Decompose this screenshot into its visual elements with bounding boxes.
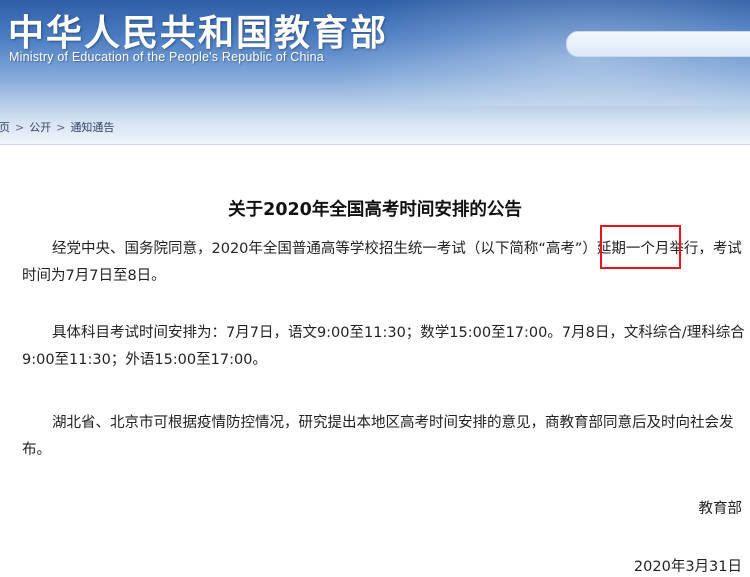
article-signer: 教育部 [698,501,743,517]
article-paragraph-3: 湖北省、北京市可根据疫情防控情况，研究提出本地区高考时间安排的意见，商教育部同意… [22,410,750,464]
article-paragraph-2: 具体科目考试时间安排为：7月7日，语文9:00至11:30；数学15:00至17… [22,320,750,374]
breadcrumb-public[interactable]: 公开 [29,121,51,134]
site-title[interactable]: 中华人民共和国教育部 [8,4,388,56]
article-date: 2020年3月31日 [633,559,742,575]
breadcrumb-bar: 首页 > 公开 > 通知通告 [0,106,750,145]
breadcrumb-separator: > [56,121,66,134]
article-title: 关于2020年全国高考时间安排的公告 [228,200,522,220]
breadcrumb-notices[interactable]: 通知通告 [70,121,114,134]
paragraph-text: 具体科目考试时间安排为：7月7日，语文9:00至11:30；数学15:00至17… [22,325,745,368]
paragraph-text: 湖北省、北京市可根据疫情防控情况，研究提出本地区高考时间安排的意见，商教育部同意… [22,415,734,458]
search-input[interactable] [566,31,750,57]
breadcrumb-home[interactable]: 首页 [0,121,10,134]
breadcrumb: 首页 > 公开 > 通知通告 [0,119,114,135]
highlight-annotation-box [600,225,681,269]
site-subtitle: Ministry of Education of the People's Re… [9,50,324,64]
breadcrumb-separator: > [15,121,25,134]
